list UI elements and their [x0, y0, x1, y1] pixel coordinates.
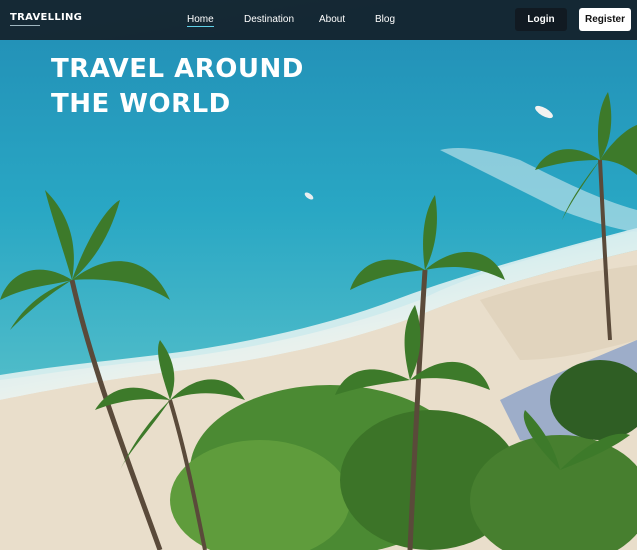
nav-link-destination[interactable]: Destination	[244, 14, 294, 25]
hero-headline-line1: TRAVEL AROUND	[51, 54, 304, 84]
nav-link-blog[interactable]: Blog	[375, 14, 395, 25]
nav-link-home[interactable]: Home	[187, 14, 214, 27]
hero-headline: TRAVEL AROUND THE WORLD	[51, 52, 304, 122]
hero-headline-line2: THE WORLD	[51, 89, 231, 119]
register-button[interactable]: Register	[579, 8, 631, 31]
login-button[interactable]: Login	[515, 8, 567, 31]
top-navbar: TRAVELLING Home Destination About Blog L…	[0, 0, 637, 40]
nav-link-about[interactable]: About	[319, 14, 345, 25]
